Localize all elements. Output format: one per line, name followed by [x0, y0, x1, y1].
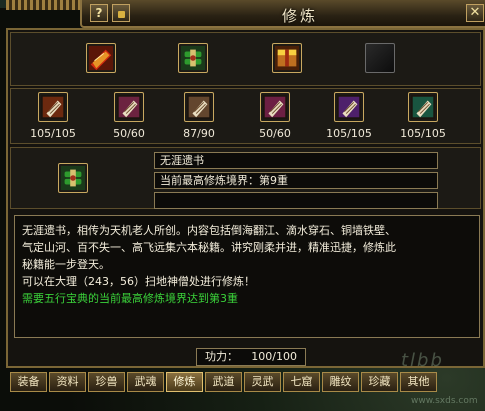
scroll-count: 105/105	[30, 127, 76, 140]
scroll-count: 87/90	[183, 127, 215, 140]
description-box: 无涯遗书，相传为天机老人所创。内容包括倒海翻江、滴水穿石、铜墙铁壁、 气定山河、…	[14, 215, 480, 338]
power-value: 100/100	[251, 350, 297, 363]
tab-6[interactable]: 灵武	[244, 372, 281, 392]
title-ornament	[6, 0, 80, 10]
scroll-count: 50/60	[259, 127, 291, 140]
tab-10[interactable]: 其他	[400, 372, 437, 392]
tab-4[interactable]: 修炼	[166, 372, 203, 392]
description-line-3: 秘籍能一步登天。	[22, 258, 110, 271]
lock-icon[interactable]	[112, 4, 130, 22]
tab-8[interactable]: 雕纹	[322, 372, 359, 392]
title-bar[interactable]: 修炼	[80, 0, 485, 28]
tab-1[interactable]: 资料	[49, 372, 86, 392]
close-button[interactable]: ✕	[466, 4, 484, 22]
tan-scroll-icon[interactable]	[184, 92, 214, 122]
help-button[interactable]: ?	[90, 4, 108, 22]
location-hint: 可以在大理（243，56）扫地神僧处进行修炼！	[22, 275, 255, 288]
item-name-field: 无涯遗书	[154, 152, 438, 169]
tab-5[interactable]: 武道	[205, 372, 242, 392]
extra-field	[154, 192, 438, 209]
description-line-2: 气定山河、百不失一、高飞远集六本秘籍。讲究刚柔并进，精准迅捷，修炼此	[22, 241, 396, 254]
tab-0[interactable]: 装备	[10, 372, 47, 392]
tab-2[interactable]: 珍兽	[88, 372, 125, 392]
tab-7[interactable]: 七窟	[283, 372, 320, 392]
selected-green-scroll-icon[interactable]	[58, 163, 88, 193]
scroll-count: 105/105	[326, 127, 372, 140]
pink-scroll-icon[interactable]	[114, 92, 144, 122]
power-label: 功力：	[205, 350, 238, 363]
golden-box-icon[interactable]	[272, 43, 302, 73]
realm-field: 当前最高修炼境界：第9重	[154, 172, 438, 189]
scroll-count: 50/60	[113, 127, 145, 140]
cultivation-window: 修炼 ? ✕ 105/105 50/60 87/90 50/60 105/105 105/…	[6, 0, 485, 411]
green-scroll-icon[interactable]	[178, 43, 208, 73]
tab-9[interactable]: 珍藏	[361, 372, 398, 392]
top-items-frame	[10, 32, 481, 86]
red-book-icon[interactable]	[86, 43, 116, 73]
magenta-scroll-icon[interactable]	[260, 92, 290, 122]
red-scroll-icon[interactable]	[38, 92, 68, 122]
tab-3[interactable]: 武魂	[127, 372, 164, 392]
scroll-count: 105/105	[400, 127, 446, 140]
watermark-logo: tlbb	[401, 350, 444, 371]
watermark-url: www.sxds.com	[411, 396, 478, 406]
purple-scroll-icon[interactable]	[334, 92, 364, 122]
description-line-1: 无涯遗书，相传为天机老人所创。内容包括倒海翻江、滴水穿石、铜墙铁壁、	[22, 224, 396, 237]
empty-slot[interactable]	[365, 43, 395, 73]
tab-bar: 装备 资料 珍兽 武魂 修炼 武道 灵武 七窟 雕纹 珍藏 其他	[10, 372, 437, 392]
window-title: 修炼	[282, 7, 319, 25]
power-display: 功力： 100/100	[196, 348, 306, 366]
requirement-text: 需要五行宝典的当前最高修炼境界达到第3重	[22, 292, 238, 305]
teal-scroll-icon[interactable]	[408, 92, 438, 122]
main-panel: 105/105 50/60 87/90 50/60 105/105 105/105 无涯遗…	[6, 28, 485, 368]
